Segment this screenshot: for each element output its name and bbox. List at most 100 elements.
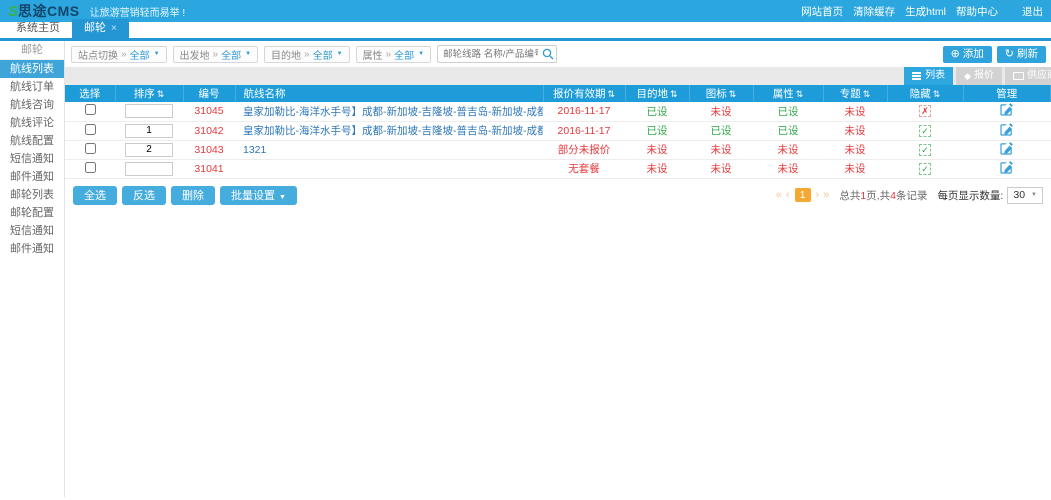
sidebar-item-短信通知[interactable]: 短信通知 [0,222,64,240]
sort-arrows-icon[interactable]: ⇅ [933,89,941,99]
quote-validity: 无套餐 [568,163,600,175]
view-tab-label: 报价 [974,67,994,85]
bulk-button-删除[interactable]: 删除 [171,186,215,205]
edit-icon[interactable] [1000,123,1013,139]
add-button[interactable]: ⊕添加 [943,46,992,63]
search-box [437,45,557,63]
logout-link[interactable]: 退出 [1022,4,1043,19]
top-menu-item[interactable]: 网站首页 [801,4,843,19]
top-menu-item[interactable]: 清除缓存 [853,4,895,19]
edit-icon[interactable] [1000,142,1013,158]
table-header-row: 选择排序⇅编号航线名称报价有效期⇅目的地⇅图标⇅属性⇅专题⇅隐藏⇅管理 [65,85,1051,102]
row-checkbox[interactable] [85,124,96,135]
status-value: 未设 [845,163,866,175]
sort-cell [115,121,183,140]
bottom-bar: 全选反选删除 批量设置▼ « ‹ 1 › » 总共1页,共4条记录 每页显示数量… [65,179,1051,205]
filter-站点切换[interactable]: 站点切换»全部▼ [71,46,167,63]
filter-label: 目的地 [271,47,301,62]
logo-s-icon: S [8,3,18,20]
top-menu-item[interactable]: 生成html [905,4,946,19]
sidebar-item-航线订单[interactable]: 航线订单 [0,78,64,96]
close-icon[interactable]: × [111,23,117,34]
bulk-button-反选[interactable]: 反选 [122,186,166,205]
route-code: 31041 [194,163,223,175]
view-tab-列表[interactable]: 列表 [904,67,953,85]
edit-icon[interactable] [1000,103,1013,119]
sidebar-item-航线配置[interactable]: 航线配置 [0,132,64,150]
batch-settings-button[interactable]: 批量设置▼ [220,186,297,205]
column-header-报价有效期: 报价有效期⇅ [543,85,625,102]
search-input[interactable] [437,45,557,63]
search-icon[interactable] [542,48,554,60]
sidebar-item-航线咨询[interactable]: 航线咨询 [0,96,64,114]
main-layout: 邮轮 航线列表航线订单航线咨询航线评论航线配置短信通知邮件通知邮轮列表邮轮配置短… [0,41,1051,497]
filter-出发地[interactable]: 出发地»全部▼ [173,46,259,63]
top-menu-item[interactable]: 帮助中心 [956,4,998,19]
sort-order-input[interactable] [125,162,173,176]
top-header: S 思途CMS 让旅游营销轻而易举 ! 网站首页清除缓存生成html帮助中心退出 [0,0,1051,22]
next-page-button[interactable]: › [816,189,820,201]
chevron-down-icon: ▼ [245,51,251,57]
sidebar-item-邮轮配置[interactable]: 邮轮配置 [0,204,64,222]
refresh-button[interactable]: ↻刷新 [997,46,1046,63]
sidebar-title: 邮轮 [0,41,64,60]
tab-邮轮[interactable]: 邮轮 × [72,19,129,38]
column-label: 航线名称 [244,88,286,100]
status-cell: 已设 [625,121,689,140]
quote-validity: 2016-11-17 [558,105,611,117]
validity-cell: 2016-11-17 [543,102,625,121]
view-tab-label: 列表 [925,67,945,85]
sort-arrows-icon[interactable]: ⇅ [157,89,165,99]
view-tab-报价[interactable]: ◆报价 [956,67,1002,85]
route-name-link[interactable]: 皇家加勒比-海洋水手号】成都-新加坡-吉隆坡-普吉岛-新加坡-成都 5晚6日游 [243,125,543,137]
row-checkbox[interactable] [85,143,96,154]
sidebar-item-邮件通知[interactable]: 邮件通知 [0,168,64,186]
bulk-actions: 全选反选删除 [73,186,220,205]
content-area: 站点切换»全部▼出发地»全部▼目的地»全部▼属性»全部▼ ⊕添加 ↻刷新 列表◆… [65,41,1051,497]
edit-icon[interactable] [1000,161,1013,177]
sidebar-item-邮轮列表[interactable]: 邮轮列表 [0,186,64,204]
filter-separator: » [121,49,127,60]
visible-check-icon[interactable]: ✓ [919,144,931,156]
status-value: 未设 [778,144,799,156]
sidebar-item-短信通知[interactable]: 短信通知 [0,150,64,168]
name-cell [235,159,543,178]
visible-check-icon[interactable]: ✓ [919,125,931,137]
sidebar-item-航线列表[interactable]: 航线列表 [0,60,64,78]
filter-separator: » [386,49,392,60]
sidebar-item-邮件通知[interactable]: 邮件通知 [0,240,64,258]
filter-value: 全部 [221,47,241,62]
sort-arrows-icon[interactable]: ⇅ [796,89,804,99]
row-checkbox[interactable] [85,162,96,173]
column-label: 隐藏 [910,88,931,100]
column-label: 目的地 [636,88,668,100]
visible-check-icon[interactable]: ✓ [919,163,931,175]
route-name-link[interactable]: 皇家加勒比-海洋水手号】成都-新加坡-吉隆坡-普吉岛-新加坡-成都 5晚6日游 [243,106,543,118]
sort-arrows-icon[interactable]: ⇅ [607,89,615,99]
filter-属性[interactable]: 属性»全部▼ [356,46,432,63]
sort-order-input[interactable] [125,124,173,138]
prev-page-button[interactable]: ‹ [786,189,790,201]
first-page-button[interactable]: « [776,189,782,201]
filter-目的地[interactable]: 目的地»全部▼ [264,46,350,63]
bulk-button-全选[interactable]: 全选 [73,186,117,205]
current-page-button[interactable]: 1 [795,188,811,202]
last-page-button[interactable]: » [823,189,829,201]
status-cell: 未设 [689,102,753,121]
per-page-select[interactable]: 30 ▼ [1007,187,1043,204]
row-checkbox[interactable] [85,104,96,115]
chevron-down-icon: ▼ [154,51,160,57]
tab-系统主页[interactable]: 系统主页 [4,19,72,38]
quote-validity: 2016-11-17 [558,125,611,137]
sort-arrows-icon[interactable]: ⇅ [670,89,678,99]
view-tab-供应商[interactable]: 供应商 [1005,67,1051,85]
route-name-link[interactable]: 1321 [243,144,266,156]
hidden-cross-icon[interactable]: ✗ [919,105,931,117]
sidebar-item-航线评论[interactable]: 航线评论 [0,114,64,132]
sort-order-input[interactable] [125,104,173,118]
chevron-down-icon: ▼ [279,194,286,201]
sort-arrows-icon[interactable]: ⇅ [863,89,871,99]
sort-order-input[interactable] [125,143,173,157]
sort-arrows-icon[interactable]: ⇅ [729,89,737,99]
tab-label: 邮轮 [84,22,106,34]
